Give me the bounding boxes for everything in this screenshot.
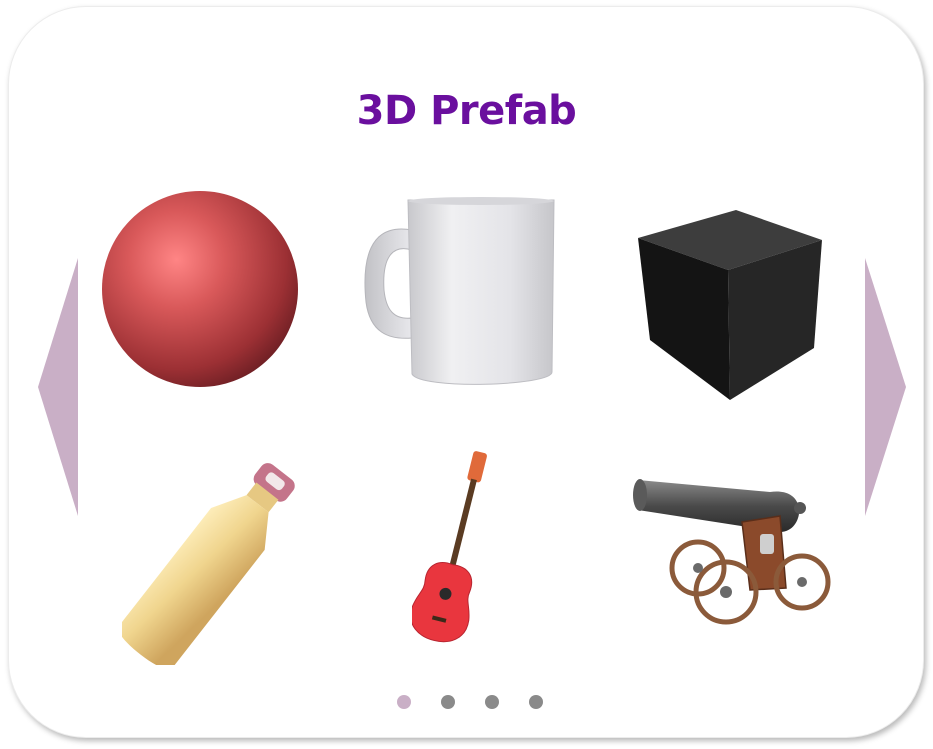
sphere-prefab-item[interactable]	[96, 186, 304, 394]
guitar-prefab-item[interactable]	[412, 448, 508, 648]
next-arrow-button[interactable]	[865, 258, 907, 516]
chevron-right-icon	[865, 258, 906, 516]
cannon-prefab-item[interactable]	[630, 470, 835, 630]
pagination-dot-3[interactable]	[485, 695, 499, 709]
mug-prefab-item[interactable]	[360, 192, 560, 392]
prev-arrow-button[interactable]	[38, 258, 80, 516]
cube-prefab-item[interactable]	[636, 208, 826, 404]
pagination-dot-1[interactable]	[397, 695, 411, 709]
pagination-dot-4[interactable]	[529, 695, 543, 709]
carousel-title: 3D Prefab	[356, 88, 577, 134]
pagination-dots	[0, 695, 933, 709]
bottle-prefab-item[interactable]	[122, 460, 302, 665]
chevron-left-icon	[38, 258, 78, 516]
pagination-dot-2[interactable]	[441, 695, 455, 709]
